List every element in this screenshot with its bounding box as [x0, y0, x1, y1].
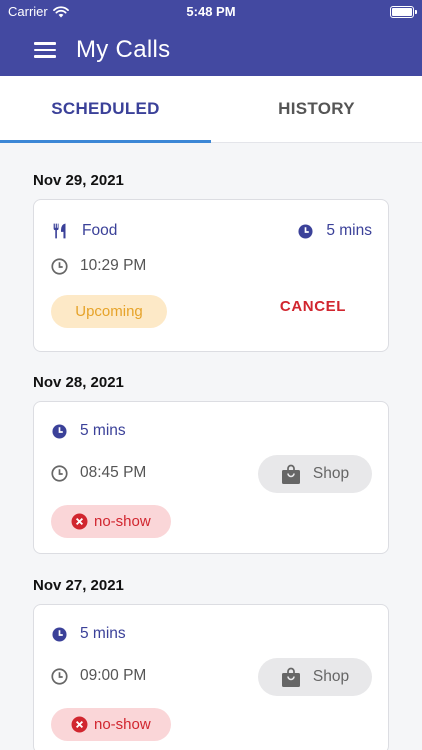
status-badge: Upcoming	[51, 295, 167, 328]
time-row: 08:45 PM	[50, 464, 146, 482]
x-circle-icon	[71, 513, 88, 530]
category-label: Food	[82, 222, 118, 239]
category-chip: Shop	[258, 455, 372, 493]
shopping-bag-icon	[281, 464, 300, 484]
duration-label: 5 mins	[80, 625, 126, 642]
shopping-bag-icon	[281, 667, 300, 687]
call-section: Nov 29, 2021 Food 5 mins 10:29 PM Upcomi…	[33, 171, 389, 352]
tab-bar: SCHEDULED HISTORY	[0, 76, 422, 143]
tab-scheduled[interactable]: SCHEDULED	[0, 76, 211, 143]
status-label: no-show	[94, 716, 151, 733]
status-badge: no-show	[51, 708, 171, 741]
date-header: Nov 28, 2021	[33, 374, 124, 391]
category-chip: Shop	[258, 658, 372, 696]
time-label: 09:00 PM	[80, 667, 147, 684]
time-row: 10:29 PM	[50, 257, 146, 275]
x-circle-icon	[71, 716, 88, 733]
cancel-button[interactable]: CANCEL	[280, 298, 346, 315]
clock-filled-icon	[296, 222, 314, 240]
status-label: no-show	[94, 513, 151, 530]
tab-history[interactable]: HISTORY	[211, 76, 422, 142]
call-card[interactable]: 5 mins 08:45 PM Shop no-show	[33, 401, 389, 554]
duration-label: 5 mins	[326, 222, 372, 239]
duration-row: 5 mins	[50, 625, 126, 643]
call-section: Nov 28, 2021 5 mins 08:45 PM Shop no-sho…	[33, 373, 389, 554]
call-card[interactable]: Food 5 mins 10:29 PM Upcoming CANCEL	[33, 199, 389, 352]
status-time: 5:48 PM	[186, 4, 236, 19]
category-label: Shop	[312, 668, 350, 685]
call-card[interactable]: 5 mins 09:00 PM Shop no-show	[33, 604, 389, 750]
duration-label: 5 mins	[80, 422, 126, 439]
time-row: 09:00 PM	[50, 667, 146, 685]
menu-button[interactable]	[34, 38, 64, 62]
category-row: Food	[52, 222, 117, 240]
battery-icon	[390, 6, 417, 18]
clock-filled-icon	[50, 422, 68, 440]
call-section: Nov 27, 2021 5 mins 09:00 PM Shop no-sho…	[33, 576, 389, 750]
status-badge: no-show	[51, 505, 171, 538]
hamburger-icon	[34, 42, 56, 45]
duration-row: 5 mins	[296, 222, 372, 240]
date-header: Nov 27, 2021	[33, 577, 124, 594]
time-label: 08:45 PM	[80, 464, 147, 481]
fork-knife-icon	[52, 222, 70, 240]
date-header: Nov 29, 2021	[33, 172, 124, 189]
duration-row: 5 mins	[50, 422, 126, 440]
page-title: My Calls	[76, 36, 171, 63]
clock-outline-icon	[50, 257, 68, 275]
time-label: 10:29 PM	[80, 257, 147, 274]
status-bar: Carrier 5:48 PM	[0, 0, 422, 24]
category-label: Shop	[312, 465, 350, 482]
clock-outline-icon	[50, 464, 68, 482]
clock-outline-icon	[50, 667, 68, 685]
clock-filled-icon	[50, 625, 68, 643]
app-bar: My Calls	[0, 24, 422, 76]
